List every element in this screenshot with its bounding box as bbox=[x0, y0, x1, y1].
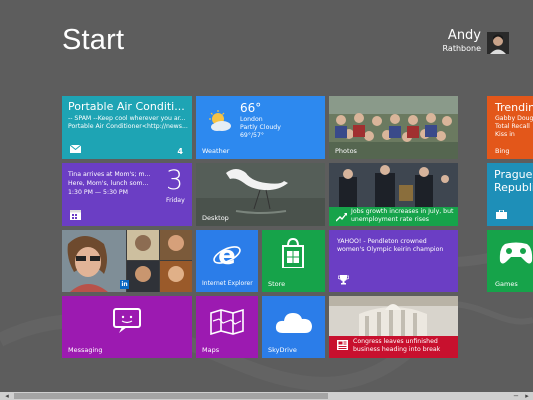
calendar-event-1: Tina arrives at Mom's; m... bbox=[68, 171, 151, 178]
mail-icon bbox=[70, 145, 81, 153]
internet-explorer-icon: e bbox=[213, 241, 241, 269]
photos-label: Photos bbox=[335, 147, 357, 155]
horizontal-scrollbar[interactable]: ◂ − ▸ bbox=[0, 392, 533, 400]
tile-internet-explorer[interactable]: e Internet Explorer bbox=[196, 230, 258, 292]
tile-finance[interactable]: Jobs growth increases in July, but unemp… bbox=[329, 163, 458, 226]
ie-label: Internet Explorer bbox=[202, 280, 253, 287]
xbox-controller-icon bbox=[499, 242, 533, 264]
calendar-day-number: 3 bbox=[166, 165, 184, 196]
tile-desktop[interactable]: Desktop bbox=[196, 163, 325, 226]
travel-title: Prague, bbox=[494, 168, 533, 181]
mail-count-badge: 4 bbox=[177, 147, 183, 156]
games-label: Games bbox=[495, 280, 518, 288]
tile-photos[interactable]: Photos bbox=[329, 96, 458, 159]
finance-headline: Jobs growth increases in July, but unemp… bbox=[351, 208, 454, 223]
mail-tile-line2: Portable Air Conditioner<http://news... bbox=[68, 123, 188, 130]
weather-label: Weather bbox=[202, 147, 230, 155]
news-headline: Congress leaves unfinished business head… bbox=[353, 338, 441, 353]
newspaper-icon bbox=[337, 340, 348, 350]
weather-temp: 66° bbox=[240, 101, 262, 115]
scroll-right-button[interactable]: ▸ bbox=[522, 392, 532, 400]
skydrive-label: SkyDrive bbox=[268, 346, 297, 354]
maps-label: Maps bbox=[202, 346, 220, 354]
tile-bing[interactable]: Trending Gabby Douglas Total Recall Kiss… bbox=[487, 96, 533, 159]
bing-label: Bing bbox=[495, 147, 510, 155]
trophy-icon bbox=[338, 275, 349, 285]
tile-mail[interactable]: Portable Air Conditi... -- SPAM --Keep c… bbox=[62, 96, 192, 159]
cloud-icon bbox=[275, 313, 312, 333]
calendar-event-2: Here, Mom's, lunch som... bbox=[68, 180, 149, 187]
tile-weather[interactable]: 66° London Partly Cloudy 69°/57° Weather bbox=[196, 96, 325, 159]
tile-people[interactable]: in bbox=[62, 230, 192, 292]
mail-tile-title: Portable Air Conditi... bbox=[68, 100, 185, 113]
bing-trend-3: Kiss in bbox=[495, 131, 515, 138]
linkedin-icon: in bbox=[120, 280, 129, 289]
finance-photo bbox=[329, 163, 458, 207]
tile-news[interactable]: Congress leaves unfinished business head… bbox=[329, 296, 458, 358]
weather-range: 69°/57° bbox=[240, 132, 265, 139]
desktop-label: Desktop bbox=[202, 214, 229, 222]
tile-sports[interactable]: YAHOO! - Pendleton crowned women's Olymp… bbox=[329, 230, 458, 292]
suitcase-icon bbox=[496, 210, 507, 219]
store-label: Store bbox=[268, 280, 286, 288]
maps-icon bbox=[210, 309, 244, 335]
user-account[interactable]: Andy Rathbone bbox=[389, 28, 509, 58]
calendar-icon bbox=[70, 210, 81, 220]
bing-trend-2: Total Recall bbox=[495, 123, 530, 130]
semantic-zoom-button[interactable]: − bbox=[511, 392, 521, 400]
weather-condition: Partly Cloudy bbox=[240, 124, 281, 131]
bing-title: Trending bbox=[495, 101, 533, 114]
news-photo bbox=[329, 296, 458, 336]
avatar bbox=[487, 32, 509, 54]
tile-messaging[interactable]: Messaging bbox=[62, 296, 192, 358]
page-title: Start bbox=[62, 24, 125, 56]
tile-store[interactable]: Store bbox=[262, 230, 325, 292]
messaging-icon bbox=[113, 308, 141, 333]
scroll-left-button[interactable]: ◂ bbox=[2, 392, 12, 400]
tile-skydrive[interactable]: SkyDrive bbox=[262, 296, 325, 358]
messaging-label: Messaging bbox=[68, 346, 103, 354]
svg-text:e: e bbox=[218, 241, 236, 269]
tile-games[interactable]: Games bbox=[487, 230, 533, 292]
sports-headline: YAHOO! - Pendleton crowned women's Olymp… bbox=[337, 238, 444, 253]
user-last-name: Rathbone bbox=[442, 44, 481, 53]
calendar-event-time: 1:30 PM — 5:30 PM bbox=[68, 189, 128, 196]
tile-calendar[interactable]: Tina arrives at Mom's; m... Here, Mom's,… bbox=[62, 163, 192, 226]
bing-trend-1: Gabby Douglas bbox=[495, 115, 533, 122]
sun-cloud-icon bbox=[209, 110, 231, 131]
user-first-name: Andy bbox=[447, 28, 481, 43]
tile-travel[interactable]: Prague, Republic bbox=[487, 163, 533, 226]
store-icon bbox=[282, 238, 304, 268]
scrollbar-thumb[interactable] bbox=[14, 393, 328, 399]
travel-subtitle: Republic bbox=[494, 181, 533, 194]
mail-tile-line1: -- SPAM --Keep cool wherever you ar... bbox=[68, 115, 186, 122]
tile-maps[interactable]: Maps bbox=[196, 296, 258, 358]
chart-up-icon bbox=[336, 213, 347, 222]
calendar-day-name: Friday bbox=[166, 197, 185, 204]
weather-city: London bbox=[240, 116, 263, 123]
